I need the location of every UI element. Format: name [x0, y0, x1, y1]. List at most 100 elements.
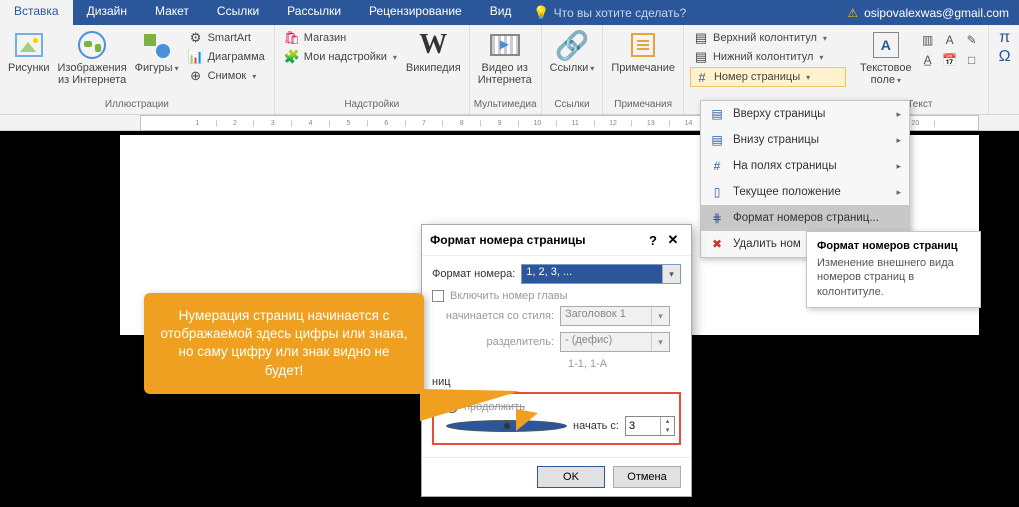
tab-view[interactable]: Вид — [476, 0, 526, 25]
quick-parts-button[interactable]: ▥ — [918, 31, 938, 49]
online-pictures-button[interactable]: Изображенияиз Интернета — [54, 27, 131, 88]
shapes-icon — [144, 32, 170, 58]
dialog-help-button[interactable]: ? — [643, 233, 663, 248]
chevron-down-icon: ▾ — [662, 265, 680, 283]
chevron-down-icon: ▾ — [651, 307, 669, 325]
picture-icon — [15, 33, 43, 57]
number-format-select[interactable]: 1, 2, 3, ...▾ — [521, 264, 681, 284]
date-button[interactable]: 📅 — [940, 51, 960, 69]
screenshot-icon: ⊕ — [188, 68, 204, 84]
shapes-button[interactable]: Фигуры — [131, 27, 183, 76]
tab-layout[interactable]: Макет — [141, 0, 203, 25]
smartart-icon: ⚙ — [188, 30, 204, 46]
textbox-button[interactable]: A Текстовоеполе — [856, 27, 916, 88]
current-position-icon: ▯ — [709, 184, 725, 200]
globe-icon — [78, 31, 106, 59]
lightbulb-icon: 💡 — [533, 5, 549, 21]
equation-button[interactable]: π — [995, 29, 1015, 47]
start-at-radio[interactable] — [446, 420, 567, 432]
account-email: osipovalexwas@gmail.com — [864, 6, 1009, 20]
store-button[interactable]: 🛍Магазин — [281, 29, 400, 47]
dialog-close-button[interactable]: ✕ — [663, 232, 683, 248]
tab-design[interactable]: Дизайн — [73, 0, 141, 25]
ribbon-tabs: Вставка Дизайн Макет Ссылки Рассылки Рец… — [0, 0, 1019, 25]
group-comments: Примечание Примечания — [603, 25, 684, 114]
group-links: 🔗 Ссылки Ссылки — [542, 25, 604, 114]
submenu-arrow-icon: ▸ — [896, 187, 901, 198]
include-chapter-checkbox[interactable] — [432, 290, 444, 302]
symbol-button[interactable]: Ω — [995, 48, 1015, 66]
remove-icon: ✖ — [709, 236, 725, 252]
start-at-input[interactable] — [626, 417, 660, 435]
chart-button[interactable]: 📊Диаграмма — [185, 48, 268, 66]
include-chapter-label: Включить номер главы — [450, 290, 568, 302]
tab-insert[interactable]: Вставка — [0, 0, 73, 25]
submenu-arrow-icon: ▸ — [896, 135, 901, 146]
group-illustrations: Рисунки Изображенияиз Интернета Фигуры ⚙… — [0, 25, 275, 114]
separator-select: - (дефис)▾ — [560, 332, 670, 352]
submenu-arrow-icon: ▸ — [896, 161, 901, 172]
comment-button[interactable]: Примечание — [607, 27, 679, 76]
page-number-button[interactable]: #Номер страницы — [690, 67, 846, 87]
screenshot-button[interactable]: ⊕Снимок — [185, 67, 268, 85]
object-button[interactable]: □ — [962, 51, 982, 69]
chart-icon: 📊 — [188, 49, 204, 65]
online-video-button[interactable]: Видео изИнтернета — [474, 27, 536, 88]
signature-button[interactable]: ✎ — [962, 31, 982, 49]
separator-label: разделитель: — [444, 336, 554, 348]
start-at-label: начать с: — [573, 420, 619, 432]
video-icon — [490, 34, 520, 56]
numbering-group-label: ниц — [432, 376, 681, 388]
group-label-illustrations: Иллюстрации — [4, 99, 270, 112]
pn-page-margins[interactable]: #На полях страницы▸ — [701, 153, 909, 179]
footer-icon: ▤ — [693, 49, 709, 65]
account-info[interactable]: ⚠ osipovalexwas@gmail.com — [837, 0, 1019, 25]
tell-me-search[interactable]: 💡 Что вы хотите сделать? — [525, 0, 694, 25]
pn-format[interactable]: ⋕Формат номеров страниц... — [701, 205, 909, 231]
chapter-style-select: Заголовок 1▾ — [560, 306, 670, 326]
page-top-icon: ▤ — [709, 106, 725, 122]
header-icon: ▤ — [693, 30, 709, 46]
wikipedia-icon: W — [417, 29, 449, 61]
number-format-label: Формат номера: — [432, 268, 515, 280]
spin-down-icon[interactable]: ▾ — [661, 426, 674, 435]
submenu-arrow-icon: ▸ — [896, 109, 901, 120]
pictures-button[interactable]: Рисунки — [4, 27, 54, 76]
cancel-button[interactable]: Отмена — [613, 466, 681, 488]
addins-icon: 🧩 — [284, 49, 300, 65]
tooltip-title: Формат номеров страниц — [817, 240, 970, 252]
tab-mailings[interactable]: Рассылки — [273, 0, 355, 25]
pn-current-position[interactable]: ▯Текущее положение▸ — [701, 179, 909, 205]
footer-button[interactable]: ▤Нижний колонтитул — [690, 48, 846, 66]
group-media: Видео изИнтернета Мультимедиа — [470, 25, 542, 114]
tab-references[interactable]: Ссылки — [203, 0, 273, 25]
link-icon: 🔗 — [556, 29, 588, 61]
start-at-spinner[interactable]: ▴▾ — [625, 416, 675, 436]
links-button[interactable]: 🔗 Ссылки — [546, 27, 599, 76]
annotation-callout: Нумерация страниц начинается с отображае… — [144, 293, 424, 394]
wikipedia-button[interactable]: W Википедия — [402, 27, 465, 76]
smartart-button[interactable]: ⚙SmartArt — [185, 29, 268, 47]
tell-me-placeholder: Что вы хотите сделать? — [554, 6, 687, 20]
dropcap-button[interactable]: A̲ — [918, 51, 938, 69]
tooltip-body: Изменение внешнего вида номеров страниц … — [817, 256, 970, 299]
ok-button[interactable]: OK — [537, 466, 605, 488]
tooltip: Формат номеров страниц Изменение внешнег… — [806, 231, 981, 308]
group-label-media: Мультимедиа — [474, 99, 537, 112]
group-label-comments: Примечания — [607, 99, 679, 112]
warning-icon: ⚠ — [847, 6, 858, 20]
dialog-title: Формат номера страницы — [430, 233, 585, 247]
header-button[interactable]: ▤Верхний колонтитул — [690, 29, 846, 47]
pn-top-of-page[interactable]: ▤Вверху страницы▸ — [701, 101, 909, 127]
page-margins-icon: # — [709, 158, 725, 174]
pn-bottom-of-page[interactable]: ▤Внизу страницы▸ — [701, 127, 909, 153]
group-label-addins: Надстройки — [279, 99, 465, 112]
comment-icon — [631, 33, 655, 57]
myaddins-button[interactable]: 🧩Мои надстройки — [281, 48, 400, 66]
tab-review[interactable]: Рецензирование — [355, 0, 476, 25]
spin-up-icon[interactable]: ▴ — [661, 417, 674, 426]
store-icon: 🛍 — [284, 30, 300, 46]
wordart-button[interactable]: A — [940, 31, 960, 49]
starts-with-style-label: начинается со стиля: — [444, 310, 554, 322]
group-symbols: π Ω — [989, 25, 1019, 114]
